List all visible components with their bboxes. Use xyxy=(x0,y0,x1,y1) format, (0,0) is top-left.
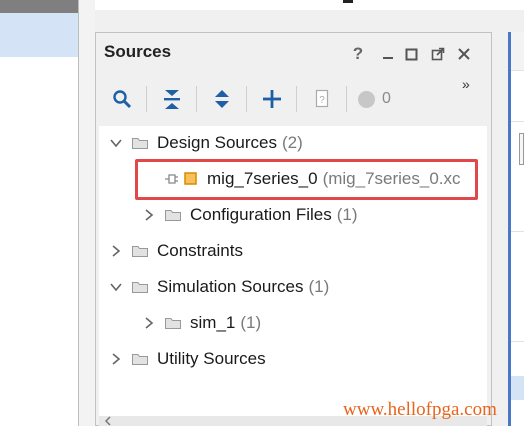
tree-row-simulation-sources[interactable]: Simulation Sources (1) xyxy=(110,274,329,300)
chevron-down-icon[interactable] xyxy=(110,281,122,293)
search-icon[interactable] xyxy=(108,84,136,114)
left-panel xyxy=(0,57,78,426)
left-panel-header xyxy=(0,0,78,13)
properties-icon[interactable]: ? xyxy=(308,84,336,114)
left-panel-selection[interactable] xyxy=(0,13,78,57)
panel-title: Sources xyxy=(104,42,172,61)
tree-row-label: Design Sources xyxy=(157,133,278,152)
close-icon[interactable] xyxy=(455,44,473,64)
collapse-all-icon[interactable] xyxy=(158,84,186,114)
maximize-icon[interactable] xyxy=(403,44,419,64)
scroll-left-icon[interactable] xyxy=(103,416,113,426)
tree-row-count: (1) xyxy=(240,313,262,332)
tree-row-label: sim_1 xyxy=(190,313,236,332)
tree-row-label: Configuration Files xyxy=(190,205,332,224)
top-bar xyxy=(95,0,524,10)
error-count: 0 xyxy=(382,90,391,107)
right-panel xyxy=(511,32,524,426)
tree-row-utility-sources[interactable]: Utility Sources xyxy=(110,346,266,372)
chevron-right-icon[interactable] xyxy=(143,317,155,329)
minimize-icon[interactable] xyxy=(380,44,396,64)
folder-icon xyxy=(132,354,148,365)
status-circle-icon xyxy=(358,90,375,108)
toolbar-separator xyxy=(346,86,347,112)
chevron-right-icon[interactable] xyxy=(110,245,122,257)
divider xyxy=(511,121,524,122)
add-icon[interactable] xyxy=(258,84,286,114)
toolbar-separator xyxy=(296,86,297,112)
folder-icon xyxy=(165,318,181,329)
help-icon[interactable]: ? xyxy=(349,44,367,64)
tree-row-label: Utility Sources xyxy=(157,349,266,368)
divider xyxy=(511,70,524,71)
svg-text:?: ? xyxy=(319,95,325,106)
toolbar-separator xyxy=(146,86,147,112)
tree-row-count: (1) xyxy=(336,205,358,224)
splitter[interactable] xyxy=(79,0,95,426)
right-panel-selection[interactable] xyxy=(511,376,524,400)
expand-all-icon[interactable] xyxy=(208,84,236,114)
tree-row-label: Simulation Sources xyxy=(157,277,304,296)
highlight-box xyxy=(135,159,478,200)
folder-icon xyxy=(132,138,148,149)
folder-icon xyxy=(132,282,148,293)
toolbar-overflow-icon[interactable]: » xyxy=(462,76,470,92)
tree-row-sim-1[interactable]: sim_1 (1) xyxy=(143,310,261,336)
divider xyxy=(511,231,524,232)
divider xyxy=(511,341,524,342)
watermark: www.hellofpga.com xyxy=(343,399,497,420)
folder-icon xyxy=(132,246,148,257)
toolbar-separator xyxy=(246,86,247,112)
tree-row-count: (1) xyxy=(308,277,330,296)
tree-row-count: (2) xyxy=(282,133,303,152)
chevron-right-icon[interactable] xyxy=(143,209,155,221)
tree-row-label: Constraints xyxy=(157,241,243,260)
folder-icon xyxy=(165,210,181,221)
right-panel-header xyxy=(511,32,524,70)
toolbar-separator xyxy=(196,86,197,112)
chevron-right-icon[interactable] xyxy=(110,353,122,365)
tree-row-constraints[interactable]: Constraints xyxy=(110,238,243,264)
chevron-down-icon[interactable] xyxy=(110,137,122,149)
float-icon[interactable] xyxy=(429,44,447,64)
title-underscore xyxy=(343,0,353,3)
status-indicator[interactable]: 0 xyxy=(358,84,404,114)
tree-row-design-sources[interactable]: Design Sources (2) xyxy=(110,130,303,156)
right-panel-button[interactable] xyxy=(519,133,524,165)
tree-row-configuration-files[interactable]: Configuration Files (1) xyxy=(143,202,358,228)
